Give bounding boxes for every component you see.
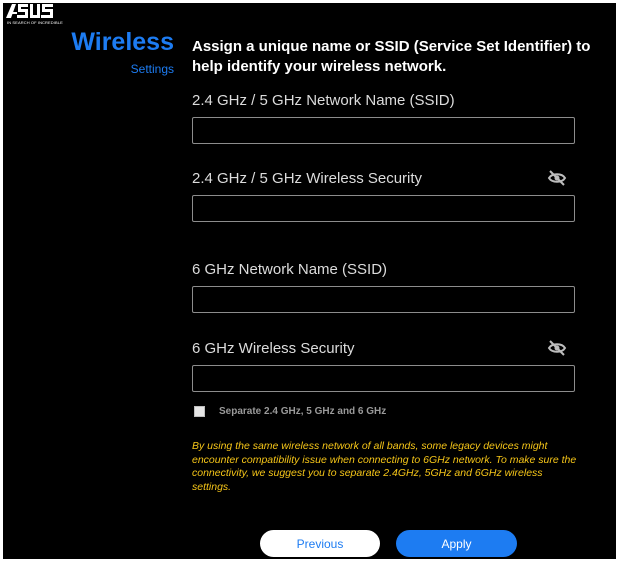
ssid-6-input[interactable] <box>192 286 575 313</box>
ssid-6-label: 6 GHz Network Name (SSID) <box>192 261 388 278</box>
separate-bands-checkbox[interactable] <box>194 405 205 417</box>
asus-logo: IN SEARCH OF INCREDIBLE <box>5 3 63 27</box>
separate-bands-option[interactable]: Separate 2.4 GHz, 5 GHz and 6 GHz <box>194 404 386 418</box>
ssid-24-5-label: 2.4 GHz / 5 GHz Network Name (SSID) <box>192 92 455 109</box>
separate-bands-label: Separate 2.4 GHz, 5 GHz and 6 GHz <box>219 405 387 417</box>
ssid-24-5-input[interactable] <box>192 117 575 144</box>
page-subtitle: Settings <box>130 62 174 76</box>
security-6-label: 6 GHz Wireless Security <box>192 340 355 357</box>
brand-tagline: IN SEARCH OF INCREDIBLE <box>7 20 63 25</box>
instruction-headline: Assign a unique name or SSID (Service Se… <box>192 38 591 75</box>
eye-slash-icon[interactable] <box>547 170 567 186</box>
security-24-5-input[interactable] <box>192 195 575 222</box>
compatibility-notice: By using the same wireless network of al… <box>192 440 577 493</box>
previous-button[interactable]: Previous <box>260 530 380 557</box>
apply-button[interactable]: Apply <box>396 530 517 557</box>
eye-slash-icon[interactable] <box>547 340 567 356</box>
security-6-input[interactable] <box>192 365 575 392</box>
setup-wizard-window: IN SEARCH OF INCREDIBLE Wireless Setting… <box>3 3 616 559</box>
page-title: Wireless <box>71 28 174 56</box>
security-24-5-label: 2.4 GHz / 5 GHz Wireless Security <box>192 170 423 187</box>
